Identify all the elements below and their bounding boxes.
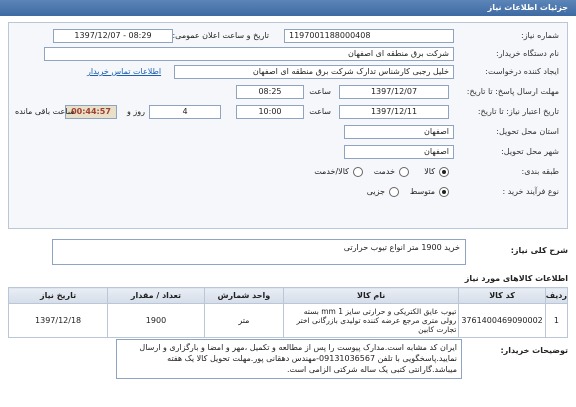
cell-index: 1 [544,303,569,338]
validity-date: 1397/12/11 [339,105,449,119]
buyer-notes-box: ایران کد مشابه است.مدارک پیوست را پس از … [116,339,462,379]
purchase-option-minor: جزیی [366,187,385,196]
category-radio-goods[interactable] [439,167,449,177]
reply-deadline-time-label: ساعت [309,87,331,96]
need-summary-box: خرید 1900 متر انواع تیوب حرارتی [52,239,466,265]
category-option-goods: کالا [424,167,435,176]
category-radio-service[interactable] [399,167,409,177]
row-price-validity: تاریخ اعتبار نیاز: تا تاریخ: 1397/12/11 … [15,105,559,121]
row-purchase-type: نوع فرآیند خرید : متوسط جزیی [15,185,559,201]
reply-deadline-date: 1397/12/07 [339,85,449,99]
delivery-province-label: استان محل تحویل: [496,127,559,136]
col-date: تاریخ نیاز [7,287,109,304]
items-table: ردیف کد کالا نام کالا واحد شمارش تعداد /… [7,287,569,338]
remaining-label: ساعت باقی مانده [15,107,75,116]
validity-time: 10:00 [236,105,304,119]
row-reply-deadline: مهلت ارسال پاسخ: تا تاریخ: 1397/12/07 سا… [15,85,559,101]
requester-field: خلیل رجبی کارشناس تدارک شرکت برق منطقه ا… [174,65,454,79]
delivery-city-label: شهر محل تحویل: [501,147,559,156]
buyer-contact-link[interactable]: اطلاعات تماس خریدار [87,67,161,76]
category-radio-both[interactable] [353,167,363,177]
items-section-title: اطلاعات کالاهای مورد نیاز [464,274,568,283]
purchase-type-label: نوع فرآیند خرید : [502,187,559,196]
col-index: ردیف [544,287,569,304]
purchase-option-medium: متوسط [409,187,435,196]
col-code: کد کالا [458,287,546,304]
row-delivery-province: استان محل تحویل: اصفهان [15,125,559,141]
page-header: جزئیات اطلاعات نیاز [0,0,576,16]
table-row: 1 3761400469090002 تیوب عایق الکتریکی و … [7,303,569,338]
row-category: طبقه بندی: کالا خدمت کالا/خدمت [15,165,559,181]
validity-time-label: ساعت [309,107,331,116]
announce-datetime-label: تاریخ و ساعت اعلان عمومی: [172,31,269,40]
need-details-panel: شماره نیاز: 1197001188000408 تاریخ و ساع… [8,22,568,229]
validity-days-label: روز و [127,107,145,116]
cell-date: 1397/12/18 [7,303,109,338]
reply-deadline-label: مهلت ارسال پاسخ: تا تاریخ: [466,87,559,96]
validity-days: 4 [149,105,221,119]
buyer-notes-label: توضیحات خریدار: [500,346,568,355]
col-name: نام کالا [282,287,460,304]
items-table-header: ردیف کد کالا نام کالا واحد شمارش تعداد /… [7,287,569,304]
row-need-number: شماره نیاز: 1197001188000408 تاریخ و ساع… [15,29,559,45]
need-number-label: شماره نیاز: [521,31,559,40]
row-requester: ایجاد کننده درخواست: خلیل رجبی کارشناس ت… [15,65,559,81]
category-label: طبقه بندی: [521,167,559,176]
buyer-org-label: نام دستگاه خریدار: [496,49,559,58]
delivery-province-field: اصفهان [344,125,454,139]
cell-name: تیوب عایق الکتریکی و حرارتی سایز mm 1 بس… [282,303,460,338]
category-option-both: کالا/خدمت [314,167,349,176]
category-option-service: خدمت [373,167,395,176]
reply-deadline-time: 08:25 [236,85,304,99]
row-delivery-city: شهر محل تحویل: اصفهان [15,145,559,161]
need-summary-label: شرح کلی نیاز: [510,246,568,255]
cell-unit: متر [203,303,284,338]
delivery-city-field: اصفهان [344,145,454,159]
col-unit: واحد شمارش [203,287,284,304]
validity-label: تاریخ اعتبار نیاز: تا تاریخ: [477,107,559,116]
purchase-radio-medium[interactable] [439,187,449,197]
cell-qty: 1900 [107,303,205,338]
purchase-radio-minor[interactable] [389,187,399,197]
row-buyer-org: نام دستگاه خریدار: شرکت برق منطقه ای اصف… [15,47,559,63]
announce-datetime-field: 1397/12/07 - 08:29 [53,29,173,43]
col-qty: تعداد / مقدار [107,287,205,304]
buyer-org-field: شرکت برق منطقه ای اصفهان [44,47,454,61]
requester-label: ایجاد کننده درخواست: [485,67,559,76]
need-number-field: 1197001188000408 [284,29,454,43]
cell-code: 3761400469090002 [458,303,546,338]
